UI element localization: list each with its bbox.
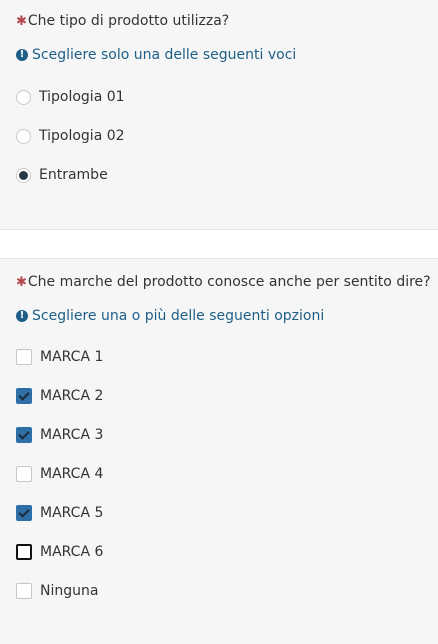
checkbox-option-marca-6[interactable]: MARCA 6 (16, 542, 103, 562)
checkbox-checked[interactable] (16, 427, 32, 443)
radio-button[interactable] (16, 128, 31, 144)
required-asterisk-icon: ✱ (16, 14, 27, 29)
help-text: ! Scegliere una o più delle seguenti opz… (16, 308, 324, 324)
checkbox-focused[interactable] (16, 544, 32, 560)
option-label: MARCA 6 (40, 544, 104, 560)
radio-option-tipologia-02[interactable]: Tipologia 02 (16, 126, 125, 146)
checkbox-option-marca-4[interactable]: MARCA 4 (16, 464, 103, 484)
option-label: MARCA 3 (40, 427, 104, 443)
option-label: MARCA 5 (40, 505, 104, 521)
help-label: Scegliere una o più delle seguenti opzio… (32, 308, 325, 324)
checkbox-option-ninguna[interactable]: Ninguna (16, 581, 98, 601)
question-title: ✱Che tipo di prodotto utilizza? (16, 13, 229, 29)
exclamation-circle-icon: ! (16, 49, 28, 61)
checkbox-option-marca-1[interactable]: MARCA 1 (16, 347, 103, 367)
question-panel-product-type: ✱Che tipo di prodotto utilizza? ! Scegli… (0, 0, 438, 230)
option-label: MARCA 2 (40, 388, 104, 404)
option-label: Tipologia 01 (39, 89, 125, 105)
checkbox-option-marca-2[interactable]: MARCA 2 (16, 386, 103, 406)
radio-button[interactable] (16, 89, 31, 105)
option-label: Tipologia 02 (39, 128, 125, 144)
option-label: Ninguna (40, 583, 99, 599)
option-label: MARCA 4 (40, 466, 104, 482)
help-label: Scegliere solo una delle seguenti voci (32, 47, 297, 63)
question-text: Che marche del prodotto conosce anche pe… (27, 274, 431, 290)
option-label: Entrambe (39, 167, 108, 183)
option-label: MARCA 1 (40, 349, 104, 365)
checkbox-option-marca-5[interactable]: MARCA 5 (16, 503, 103, 523)
question-text: Che tipo di prodotto utilizza? (27, 13, 230, 29)
checkbox-checked[interactable] (16, 505, 32, 521)
checkbox-checked[interactable] (16, 388, 32, 404)
checkbox[interactable] (16, 349, 32, 365)
radio-option-entrambe[interactable]: Entrambe (16, 165, 108, 185)
question-title: ✱Che marche del prodotto conosce anche p… (16, 274, 431, 290)
radio-option-tipologia-01[interactable]: Tipologia 01 (16, 87, 125, 107)
help-text: ! Scegliere solo una delle seguenti voci (16, 47, 296, 63)
checkbox-option-marca-3[interactable]: MARCA 3 (16, 425, 103, 445)
radio-button-selected[interactable] (16, 167, 31, 183)
required-asterisk-icon: ✱ (16, 275, 27, 290)
question-panel-brand-awareness: ✱Che marche del prodotto conosce anche p… (0, 258, 438, 644)
checkbox[interactable] (16, 466, 32, 482)
exclamation-circle-icon: ! (16, 310, 28, 322)
checkbox[interactable] (16, 583, 32, 599)
